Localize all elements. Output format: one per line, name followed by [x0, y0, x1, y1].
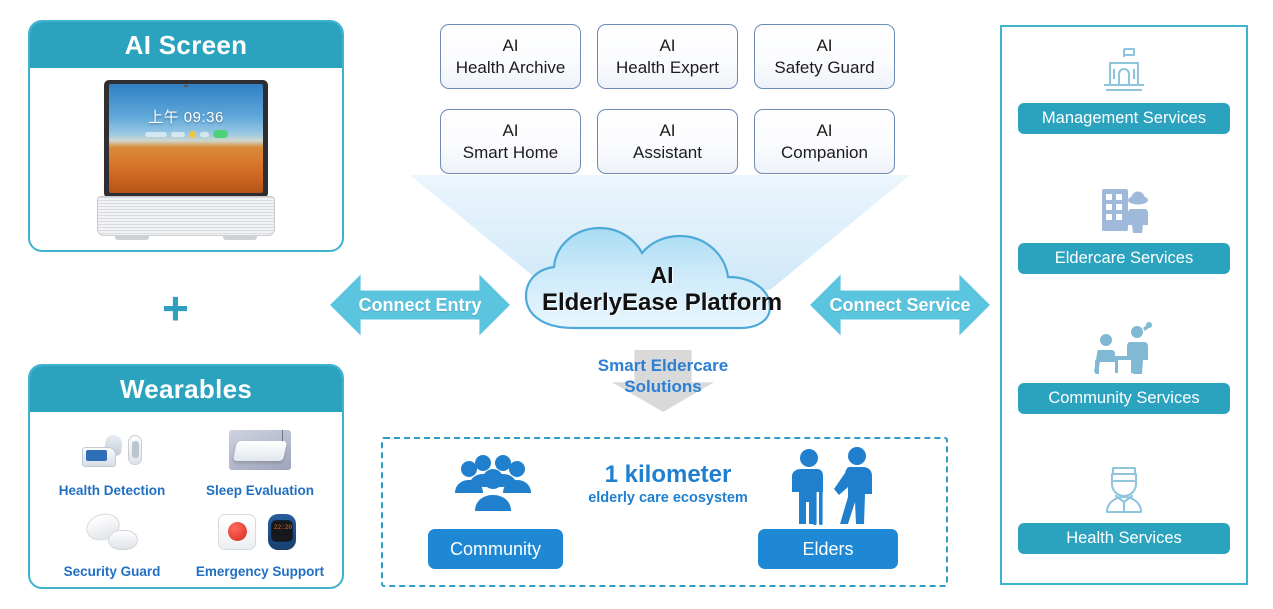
security-guard-icons	[82, 500, 138, 565]
wearables-card-body: Health Detection Sleep Evaluation Securi…	[30, 412, 342, 587]
ai-feature-box-assistant[interactable]: AI Assistant	[597, 109, 738, 174]
ai-feature-line1: AI	[502, 35, 519, 55]
weather-widget-icon	[144, 131, 167, 137]
ai-feature-line1: AI	[659, 35, 676, 55]
device-speaker-base	[97, 196, 275, 236]
ai-feature-line2: Health Expert	[616, 57, 719, 77]
device-foot-right	[223, 235, 257, 240]
service-item-eldercare[interactable]: Eldercare Services	[1002, 181, 1246, 274]
ai-feature-line2: Health Archive	[455, 57, 566, 77]
ai-feature-line1: AI	[816, 35, 833, 55]
community-button[interactable]: Community	[428, 529, 563, 569]
device-clock-label: 上午 09:36	[148, 109, 224, 126]
health-detection-icons	[82, 418, 142, 483]
wearables-card-title: Wearables	[30, 366, 342, 412]
wearable-item-sleep-evaluation[interactable]: Sleep Evaluation	[186, 418, 334, 500]
service-button[interactable]: Health Services	[1018, 523, 1230, 554]
connect-service-arrow[interactable]: Connect Service	[810, 274, 990, 336]
ai-feature-box-health-archive[interactable]: AI Health Archive	[440, 24, 581, 89]
service-item-management[interactable]: Management Services	[1002, 41, 1246, 134]
wearables-grid: Health Detection Sleep Evaluation Securi…	[30, 412, 342, 587]
smart-watch-icon	[262, 513, 302, 550]
elders-button[interactable]: Elders	[758, 529, 898, 569]
community-button-label: Community	[449, 538, 542, 559]
service-item-health[interactable]: Health Services	[1002, 461, 1246, 554]
wearable-item-emergency-support[interactable]: Emergency Support	[186, 500, 334, 582]
ai-screen-card-title: AI Screen	[30, 22, 342, 68]
status-pill-green-icon	[212, 130, 228, 138]
ai-platform-cloud: AI ElderlyEase Platform	[512, 222, 812, 334]
device-screen-bezel: 上午 09:36	[104, 80, 268, 198]
wearable-label: Security Guard	[63, 564, 161, 579]
sleep-mattress-sensor-icon	[229, 430, 291, 471]
service-button[interactable]: Community Services	[1018, 383, 1230, 414]
device-screen-content: 上午 09:36	[109, 84, 263, 193]
nursing-home-resident-icon	[1094, 181, 1154, 237]
ai-feature-line2: Companion	[781, 142, 868, 162]
people-group-icon	[455, 455, 531, 511]
connect-entry-label: Connect Entry	[358, 294, 482, 315]
ai-feature-line2: Assistant	[633, 142, 702, 162]
ai-feature-box-smart-home[interactable]: AI Smart Home	[440, 109, 581, 174]
connect-entry-arrow[interactable]: Connect Entry	[330, 274, 510, 336]
ai-screen-card: AI Screen 上午 09:36	[28, 20, 344, 252]
service-button[interactable]: Eldercare Services	[1018, 243, 1230, 274]
wearable-label: Sleep Evaluation	[205, 482, 315, 498]
service-button[interactable]: Management Services	[1018, 103, 1230, 134]
ai-feature-line1: AI	[502, 120, 519, 140]
cloud-label: AI ElderlyEase Platform	[512, 222, 812, 334]
ai-screen-card-body: 上午 09:36	[30, 68, 342, 250]
device-foot-left	[115, 235, 149, 240]
cloud-line2: ElderlyEase Platform	[541, 288, 783, 316]
blood-pressure-monitor-icon	[82, 433, 124, 468]
smoke-detector-icon	[82, 509, 138, 550]
community-care-icon	[1091, 321, 1157, 377]
device-camera-icon	[183, 85, 189, 87]
smart-display-device: 上午 09:36	[97, 80, 275, 240]
ai-feature-box-safety-guard[interactable]: AI Safety Guard	[754, 24, 895, 89]
info-widget-icon	[170, 131, 185, 137]
ai-feature-line1: AI	[816, 120, 833, 140]
wearables-card: Wearables Health Detection Sleep Evaluat…	[28, 364, 344, 589]
device-status-icons	[109, 130, 263, 138]
solutions-caption: Smart Eldercare Solutions	[575, 355, 751, 398]
ecosystem-title: 1 kilometer elderly care ecosystem	[533, 461, 803, 506]
wearable-label: Health Detection	[58, 482, 166, 498]
solutions-caption-line1: Smart Eldercare	[597, 356, 729, 375]
ai-feature-box-companion[interactable]: AI Companion	[754, 109, 895, 174]
infographic-root: AI Screen 上午 09:36 + Wearables Health De…	[0, 0, 1273, 609]
government-building-icon	[1095, 41, 1153, 97]
status-dot-yellow-icon	[188, 130, 196, 138]
connect-service-label: Connect Service	[829, 294, 971, 315]
emergency-support-icons	[218, 500, 302, 565]
doctor-icon	[1095, 461, 1153, 517]
small-widget-icon	[199, 131, 209, 137]
ai-feature-line2: Smart Home	[462, 142, 559, 162]
sleep-evaluation-icons	[229, 418, 291, 483]
ai-feature-line2: Safety Guard	[774, 57, 875, 77]
wearable-item-security-guard[interactable]: Security Guard	[38, 500, 186, 582]
ecosystem-box: 1 kilometer elderly care ecosystem Commu…	[381, 437, 948, 587]
ecosystem-headline: 1 kilometer	[604, 461, 732, 488]
solutions-caption-line2: Solutions	[624, 377, 702, 397]
services-panel: Management Services Eldercare Services C…	[1000, 25, 1248, 585]
sos-button-icon	[218, 513, 256, 550]
wearable-label: Emergency Support	[195, 564, 325, 579]
service-item-community[interactable]: Community Services	[1002, 321, 1246, 414]
ai-feature-box-health-expert[interactable]: AI Health Expert	[597, 24, 738, 89]
wearable-item-health-detection[interactable]: Health Detection	[38, 418, 186, 500]
elders-button-label: Elders	[802, 538, 854, 559]
thermometer-icon	[128, 435, 142, 466]
ecosystem-subhead: elderly care ecosystem	[588, 490, 748, 506]
ai-feature-line1: AI	[659, 120, 676, 140]
cloud-line1: AI	[650, 261, 674, 288]
plus-symbol: +	[162, 282, 189, 334]
